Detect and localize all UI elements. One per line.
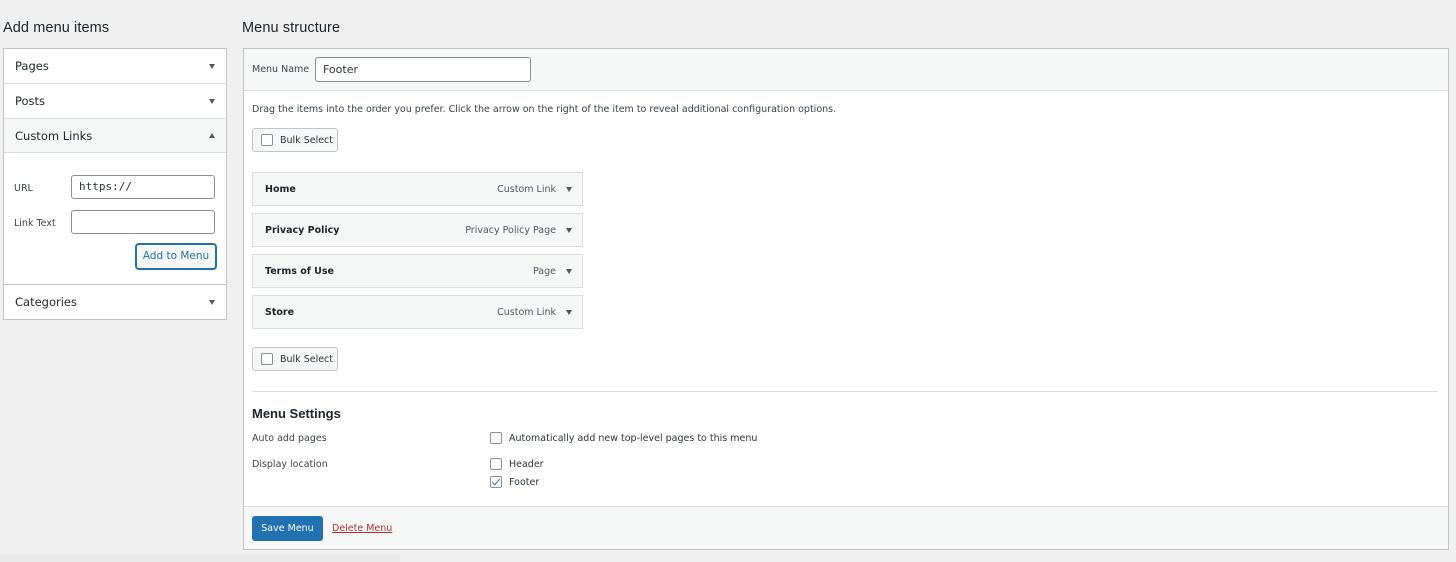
accordion-categories[interactable]: Categories [4, 285, 226, 319]
accordion-pages[interactable]: Pages [4, 49, 226, 84]
menu-name-label: Menu Name [252, 64, 310, 75]
nav-menus-screen: Add menu items Pages Posts Custom Links … [0, 0, 1456, 562]
accordion-posts[interactable]: Posts [4, 84, 226, 119]
bulk-select-label: Bulk Select [280, 134, 334, 146]
expand-arrow-icon[interactable] [566, 268, 572, 274]
accordion-posts-label: Posts [15, 94, 46, 108]
auto-add-option-label: Automatically add new top-level pages to… [509, 432, 758, 444]
add-menu-items-heading: Add menu items [3, 20, 110, 36]
footer-location-checkbox[interactable] [490, 476, 502, 488]
link-text-input[interactable] [71, 210, 215, 234]
expand-arrow-icon[interactable] [566, 227, 572, 233]
menu-item-type: Custom Link [497, 306, 556, 318]
location-footer-option[interactable]: Footer [490, 476, 539, 488]
delete-menu-link[interactable]: Delete Menu [332, 523, 392, 534]
status-bar-strip [0, 554, 400, 562]
header-location-checkbox[interactable] [490, 458, 502, 470]
menu-item-privacy-policy[interactable]: Privacy Policy Privacy Policy Page [252, 213, 583, 247]
menu-item-terms-of-use[interactable]: Terms of Use Page [252, 254, 583, 288]
menu-name-input[interactable]: Footer [315, 57, 531, 82]
bulk-select-label: Bulk Select [280, 353, 334, 365]
accordion-custom-links[interactable]: Custom Links [4, 119, 226, 153]
add-items-accordion: Pages Posts Custom Links URL https:// Li… [3, 48, 227, 320]
bulk-select-button-bottom[interactable]: Bulk Select [252, 347, 338, 371]
location-header-label: Header [509, 458, 544, 470]
expand-arrow-icon[interactable] [566, 309, 572, 315]
expand-arrow-icon[interactable] [566, 186, 572, 192]
bulk-select-button-top[interactable]: Bulk Select [252, 128, 338, 152]
menu-item-type: Custom Link [497, 183, 556, 195]
display-location-label: Display location [252, 459, 328, 470]
accordion-categories-label: Categories [15, 295, 77, 309]
url-input[interactable]: https:// [71, 175, 215, 199]
menu-footer: Save Menu Delete Menu [244, 506, 1448, 549]
menu-edit-box: Menu Name Footer Drag the items into the… [243, 48, 1449, 550]
menu-header: Menu Name Footer [244, 49, 1448, 91]
menu-item-store[interactable]: Store Custom Link [252, 295, 583, 329]
custom-links-panel: URL https:// Link Text Add to Menu [4, 153, 226, 285]
location-footer-label: Footer [509, 476, 540, 488]
bulk-select-checkbox[interactable] [261, 134, 273, 146]
menu-structure-heading: Menu structure [242, 20, 341, 36]
menu-item-home[interactable]: Home Custom Link [252, 172, 583, 206]
auto-add-checkbox[interactable] [490, 432, 502, 444]
menu-item-type: Page [533, 265, 556, 277]
auto-add-pages-option[interactable]: Automatically add new top-level pages to… [490, 432, 757, 444]
menu-structure-column: Menu structure Menu Name Footer Drag the… [242, 0, 1449, 562]
save-menu-button[interactable]: Save Menu [252, 516, 323, 541]
menu-item-title: Privacy Policy [265, 224, 340, 236]
menu-item-type: Privacy Policy Page [465, 224, 556, 236]
add-to-menu-button[interactable]: Add to Menu [136, 244, 216, 269]
location-header-option[interactable]: Header [490, 458, 544, 470]
menu-item-title: Store [265, 306, 295, 318]
accordion-custom-links-label: Custom Links [15, 128, 93, 143]
chevron-up-icon [209, 133, 215, 138]
chevron-down-icon [209, 98, 215, 104]
menu-settings-title: Menu Settings [252, 406, 341, 421]
link-text-label: Link Text [14, 218, 56, 229]
url-label: URL [14, 183, 33, 194]
menu-item-title: Home [265, 183, 296, 195]
drag-instructions: Drag the items into the order you prefer… [252, 104, 837, 115]
settings-divider [252, 391, 1438, 392]
menu-item-title: Terms of Use [265, 265, 334, 277]
bulk-select-checkbox[interactable] [261, 353, 273, 365]
chevron-down-icon [209, 299, 215, 305]
auto-add-pages-label: Auto add pages [252, 433, 327, 444]
accordion-pages-label: Pages [15, 59, 49, 73]
chevron-down-icon [209, 63, 215, 69]
